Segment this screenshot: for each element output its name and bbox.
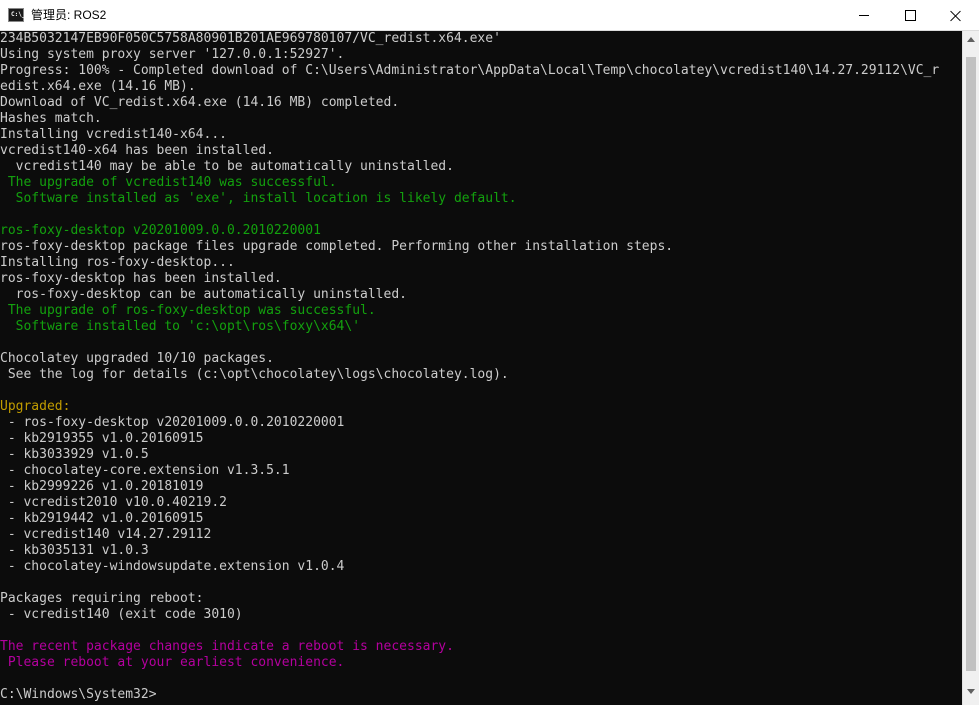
console-line: - kb2919442 v1.0.20160915 [0,511,204,526]
vertical-scrollbar[interactable] [962,31,979,705]
console-line: The recent package changes indicate a re… [0,639,454,654]
console-line: - chocolatey-windowsupdate.extension v1.… [0,559,345,574]
console-line: 234B5032147EB90F050C5758A80901B201AE9697… [0,31,501,46]
console-line: - vcredist2010 v10.0.40219.2 [0,495,227,510]
scroll-thumb[interactable] [966,57,976,671]
console-line: Software installed as 'exe', install loc… [0,191,517,206]
console-line: - vcredist140 v14.27.29112 [0,527,212,542]
console-line: - kb2999226 v1.0.20181019 [0,479,204,494]
console-line: ros-foxy-desktop can be automatically un… [0,287,407,302]
console-line: Packages requiring reboot: [0,591,204,606]
scroll-up-arrow-icon[interactable] [967,37,975,42]
cmd-icon[interactable]: C:\_ [8,8,26,22]
console-line: Installing vcredist140-x64... [0,127,227,142]
console-line: Hashes match. [0,111,102,126]
console-line: Software installed to 'c:\opt\ros\foxy\x… [0,319,361,334]
cmd-icon-text: C:\_ [11,11,26,18]
console-line: - kb3033929 v1.0.5 [0,447,149,462]
console-line: Using system proxy server '127.0.0.1:529… [0,47,345,62]
console-line: - kb2919355 v1.0.20160915 [0,431,204,446]
console-line: Chocolatey upgraded 10/10 packages. [0,351,274,366]
console-line: See the log for details (c:\opt\chocolat… [0,367,509,382]
console-line: - chocolatey-core.extension v1.3.5.1 [0,463,290,478]
console-line: vcredist140-x64 has been installed. [0,143,274,158]
maximize-icon [904,10,916,21]
console-line: ros-foxy-desktop has been installed. [0,271,282,286]
command-prompt: C:\Windows\System32> [0,687,157,702]
console-line: ros-foxy-desktop package files upgrade c… [0,239,674,254]
console-output[interactable]: 234B5032147EB90F050C5758A80901B201AE9697… [0,31,962,705]
maximize-button[interactable] [887,0,933,31]
window-title: 管理员: ROS2 [31,8,107,22]
console-line: - vcredist140 (exit code 3010) [0,607,243,622]
console-line: Upgraded: [0,399,71,414]
console-line: vcredist140 may be able to be automatica… [0,159,454,174]
console-line: - ros-foxy-desktop v20201009.0.0.2010220… [0,415,345,430]
console-line: - kb3035131 v1.0.3 [0,543,149,558]
console-line: Progress: 100% - Completed download of C… [0,63,940,78]
title-bar[interactable]: C:\_ 管理员: ROS2 [0,0,979,31]
console-line: The upgrade of vcredist140 was successfu… [0,175,337,190]
minimize-icon [859,15,869,16]
close-icon [950,10,962,22]
console-line: ros-foxy-desktop v20201009.0.0.201022000… [0,223,321,238]
scroll-down-arrow-icon[interactable] [967,689,975,694]
console-line: The upgrade of ros-foxy-desktop was succ… [0,303,376,318]
console-line: Please reboot at your earliest convenien… [0,655,345,670]
console-line: Download of VC_redist.x64.exe (14.16 MB)… [0,95,400,110]
console-line: Installing ros-foxy-desktop... [0,255,235,270]
console-line: edist.x64.exe (14.16 MB). [0,79,196,94]
close-button[interactable] [933,0,979,31]
minimize-button[interactable] [841,0,887,31]
